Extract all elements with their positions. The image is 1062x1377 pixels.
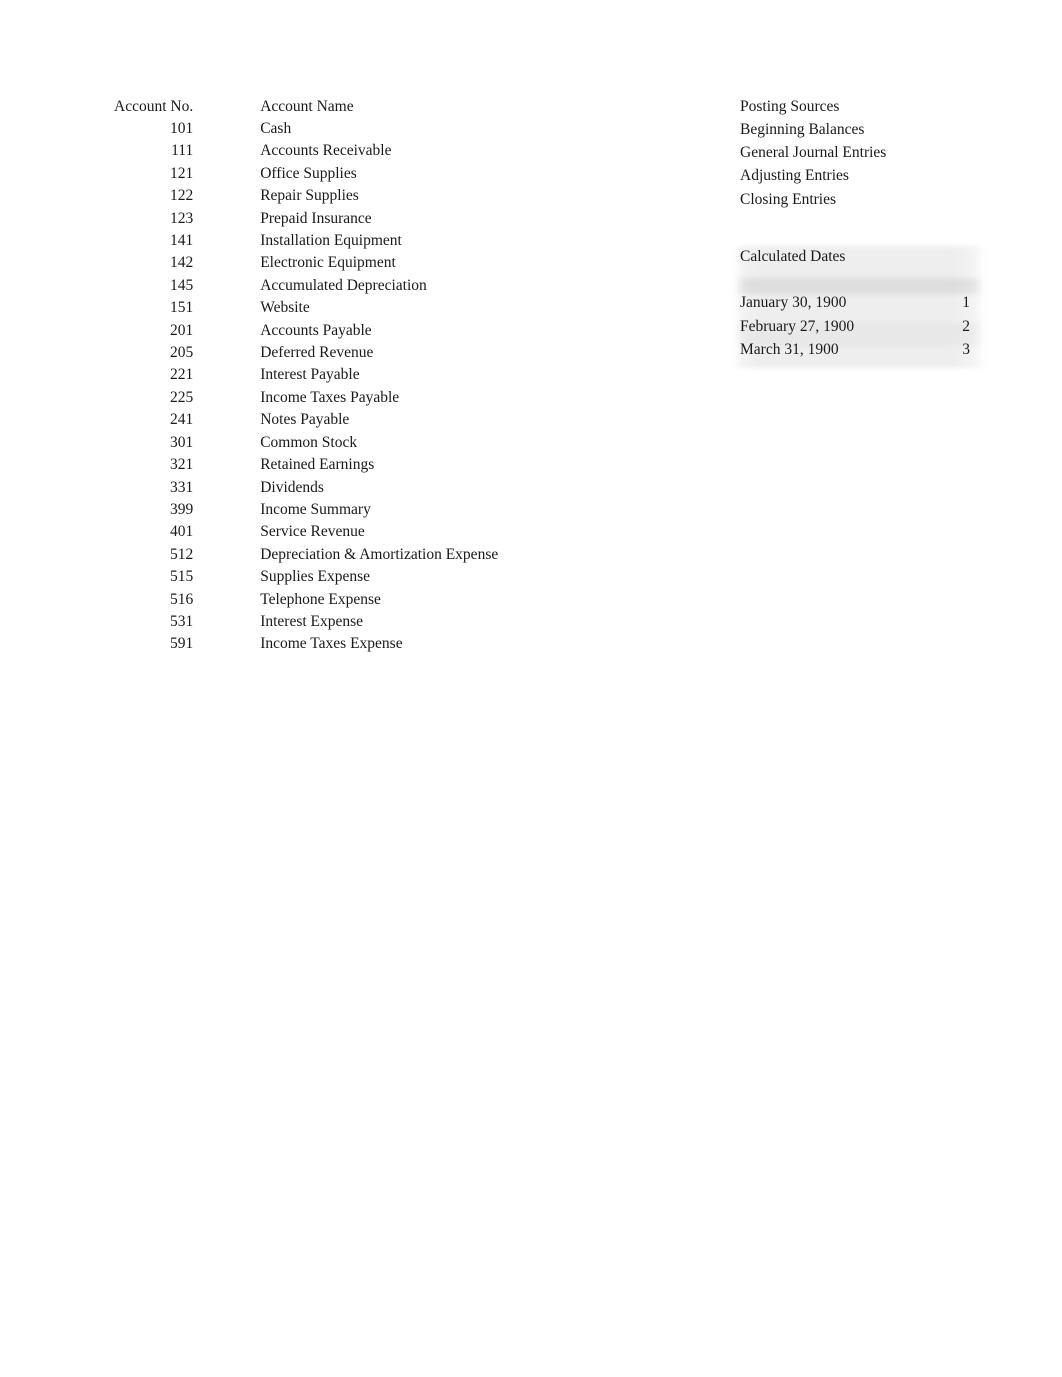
account-name-cell: Accounts Payable xyxy=(260,321,372,339)
table-row: 301 Common Stock xyxy=(114,432,498,454)
posting-source-item: Adjusting Entries xyxy=(740,167,849,185)
account-number-cell: 241 xyxy=(169,411,194,429)
account-number-cell: 141 xyxy=(169,232,194,250)
accounts-table-header: Account No. Account Name xyxy=(114,96,498,118)
table-row: 512 Depreciation & Amortization Expense xyxy=(114,544,498,566)
account-number-cell: 201 xyxy=(169,321,194,339)
table-row: 399 Income Summary xyxy=(114,499,498,521)
account-name-cell: Depreciation & Amortization Expense xyxy=(260,545,499,563)
table-row: 123 Prepaid Insurance xyxy=(114,208,498,230)
column-header-account-name: Account Name xyxy=(260,98,354,115)
account-name-cell: Repair Supplies xyxy=(260,187,359,205)
table-row: 142 Electronic Equipment xyxy=(114,252,498,274)
table-row: 241 Notes Payable xyxy=(114,409,498,431)
calculated-date-label: February 27, 1900 xyxy=(740,317,855,335)
column-header-account-number: Account No. xyxy=(114,98,194,115)
account-number-cell: 591 xyxy=(169,635,194,653)
account-number-cell: 512 xyxy=(169,545,194,563)
account-number-cell: 331 xyxy=(169,478,194,496)
calculated-date-label: March 31, 1900 xyxy=(740,341,839,358)
spreadsheet-page: Account No. Account Name 101 Cash 111 Accou… xyxy=(0,0,1062,1377)
table-header-row: Account No. Account Name xyxy=(114,96,498,118)
table-row: 122 Repair Supplies xyxy=(114,185,498,207)
table-row: 591 Income Taxes Expense xyxy=(114,633,498,655)
chart-of-accounts-table: Account No. Account Name 101 Cash 111 Accou… xyxy=(114,96,498,656)
table-row: 321 Retained Earnings xyxy=(114,454,498,476)
account-name-cell: Telephone Expense xyxy=(260,590,381,608)
account-name-cell: Deferred Revenue xyxy=(260,344,374,362)
account-number-cell: 515 xyxy=(169,568,194,586)
calculated-date-value: 2 xyxy=(962,317,970,335)
account-name-cell: Income Taxes Payable xyxy=(260,388,400,406)
calculated-date-label: January 30, 1900 xyxy=(740,294,847,311)
account-name-cell: Retained Earnings xyxy=(260,456,375,474)
account-number-cell: 122 xyxy=(169,187,194,205)
calculated-date-row: March 31, 1900 3 xyxy=(733,338,970,362)
account-number-cell: 142 xyxy=(169,254,194,272)
account-name-cell: Dividends xyxy=(260,478,324,496)
account-number-cell: 225 xyxy=(169,388,194,406)
calculated-dates-section: Calculated Dates January 30, 1900 1 Februa… xyxy=(733,246,985,368)
posting-source-item: Beginning Balances xyxy=(740,121,865,138)
account-number-cell: 516 xyxy=(169,590,194,608)
account-name-cell: Common Stock xyxy=(260,433,358,451)
account-name-cell: Notes Payable xyxy=(260,411,350,429)
account-name-cell: Installation Equipment xyxy=(260,232,402,250)
calculated-date-row: February 27, 1900 2 xyxy=(733,315,970,339)
account-number-cell: 205 xyxy=(169,344,194,362)
table-row: 101 Cash xyxy=(114,118,498,140)
account-number-cell: 321 xyxy=(169,456,194,474)
account-name-cell: Accounts Receivable xyxy=(260,142,392,160)
table-row: 121 Office Supplies xyxy=(114,163,498,185)
account-number-cell: 221 xyxy=(169,366,194,384)
calculated-date-row: January 30, 1900 1 xyxy=(733,291,970,315)
table-row: 141 Installation Equipment xyxy=(114,230,498,252)
table-row: 331 Dividends xyxy=(114,477,498,499)
account-number-cell: 121 xyxy=(169,164,194,182)
posting-sources-list: Beginning Balances General Journal Entrie… xyxy=(740,118,886,211)
table-row: 201 Accounts Payable xyxy=(114,320,498,342)
calculated-date-value: 3 xyxy=(962,341,970,358)
account-number-cell: 151 xyxy=(169,299,194,317)
accounts-table-body: 101 Cash 111 Accounts Receivable 121 Office S… xyxy=(114,118,498,656)
account-number-cell: 399 xyxy=(169,500,194,518)
table-row: 221 Interest Payable xyxy=(114,364,498,386)
account-number-cell: 145 xyxy=(169,276,194,294)
table-row: 145 Accumulated Depreciation xyxy=(114,275,498,297)
account-name-cell: Office Supplies xyxy=(260,164,357,182)
account-number-cell: 123 xyxy=(169,209,194,227)
calculated-dates-title: Calculated Dates xyxy=(740,248,846,265)
account-name-cell: Cash xyxy=(260,120,292,137)
table-row: 225 Income Taxes Payable xyxy=(114,387,498,409)
calculated-date-value: 1 xyxy=(962,294,970,311)
calculated-dates-body: January 30, 1900 1 February 27, 1900 2 March… xyxy=(733,291,970,362)
posting-source-item: Closing Entries xyxy=(740,190,837,208)
account-name-cell: Supplies Expense xyxy=(260,568,370,586)
account-name-cell: Accumulated Depreciation xyxy=(260,276,427,294)
account-number-cell: 401 xyxy=(169,523,194,541)
account-name-cell: Interest Payable xyxy=(260,366,360,384)
table-row: 205 Deferred Revenue xyxy=(114,342,498,364)
account-name-cell: Income Taxes Expense xyxy=(260,635,403,653)
posting-sources-title: Posting Sources xyxy=(740,98,840,115)
table-row: 516 Telephone Expense xyxy=(114,589,498,611)
account-name-cell: Website xyxy=(260,299,310,317)
table-row: 401 Service Revenue xyxy=(114,521,498,543)
account-name-cell: Prepaid Insurance xyxy=(260,209,372,227)
account-name-cell: Service Revenue xyxy=(260,523,365,541)
table-row: 111 Accounts Receivable xyxy=(114,140,498,162)
calculated-dates-table: January 30, 1900 1 February 27, 1900 2 March… xyxy=(733,291,970,362)
account-number-cell: 111 xyxy=(171,142,194,160)
table-row: 151 Website xyxy=(114,297,498,319)
account-number-cell: 301 xyxy=(169,433,194,451)
account-number-cell: 531 xyxy=(169,612,194,630)
account-name-cell: Electronic Equipment xyxy=(260,254,396,272)
account-name-cell: Interest Expense xyxy=(260,612,364,630)
table-row: 515 Supplies Expense xyxy=(114,566,498,588)
account-number-cell: 101 xyxy=(169,120,194,137)
account-name-cell: Income Summary xyxy=(260,500,371,518)
table-row: 531 Interest Expense xyxy=(114,611,498,633)
posting-sources-section: Posting Sources Beginning Balances Genera… xyxy=(740,96,886,211)
posting-source-item: General Journal Entries xyxy=(740,144,887,162)
